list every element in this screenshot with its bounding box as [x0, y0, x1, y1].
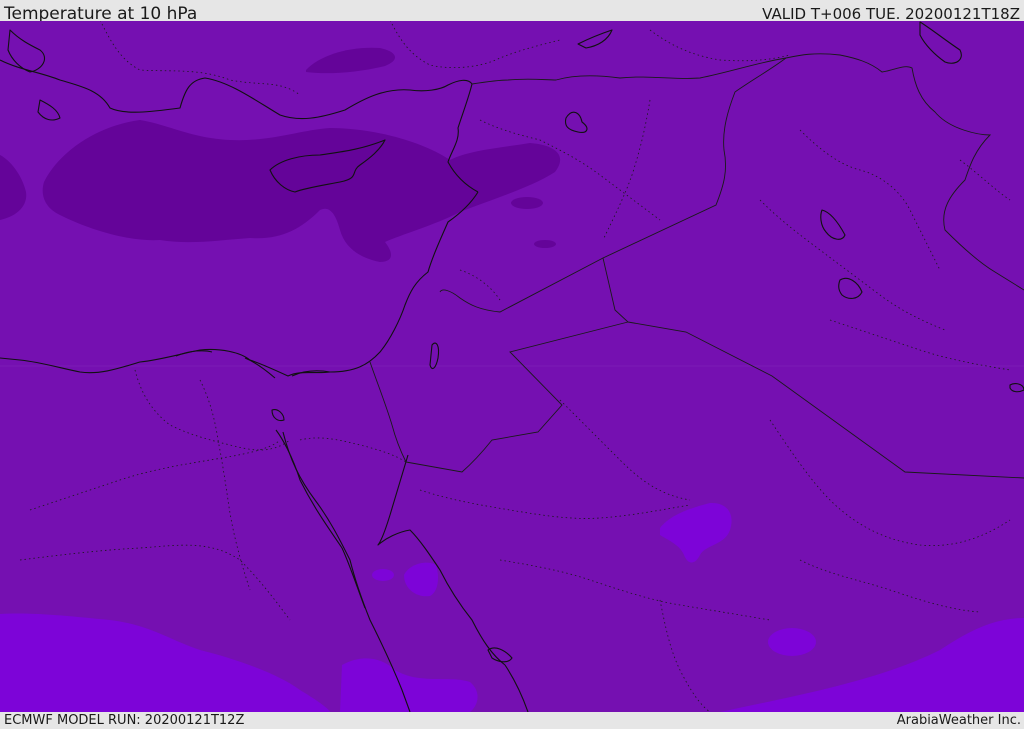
cold-spot-syria [511, 197, 543, 209]
cold-spot-syria-small [534, 240, 556, 248]
map-footer: ECMWF MODEL RUN: 20200121T12Z ArabiaWeat… [0, 712, 1024, 729]
brand-credit: ArabiaWeather Inc. [896, 713, 1021, 728]
model-run: ECMWF MODEL RUN: 20200121T12Z [4, 713, 245, 728]
map-header: Temperature at 10 hPa VALID T+006 TUE. 2… [0, 0, 1024, 24]
warm-spot-saudi [768, 628, 816, 656]
weather-map[interactable] [0, 21, 1024, 712]
map-canvas [0, 21, 1024, 712]
warm-spot-small [372, 569, 394, 581]
